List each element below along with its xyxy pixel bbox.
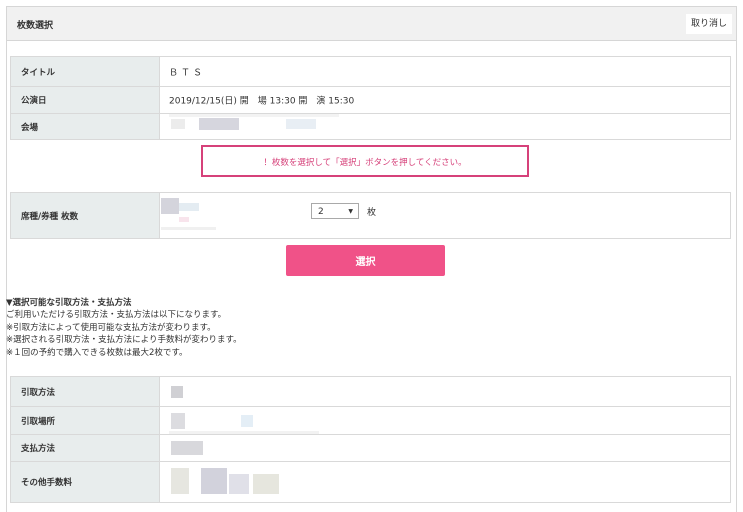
select-button[interactable]: 選択 (286, 245, 445, 276)
method-table: 引取方法 引取場所 支払方法 その他手数料 (10, 376, 731, 503)
seat-value: 2 ▼ 枚 (161, 193, 730, 238)
row-label: 公演日 (21, 96, 47, 106)
row-value: 2019/12/15(日) 開 場 13:30 開 演 15:30 (161, 87, 730, 113)
table-row-title: タイトル ＢＴＳ (11, 57, 730, 86)
table-row-pickup-place: 引取場所 (11, 406, 730, 434)
redacted-value (171, 386, 183, 398)
row-value (161, 462, 730, 502)
table-row-payment-method: 支払方法 (11, 434, 730, 461)
redacted-value (171, 441, 203, 455)
cancel-button[interactable]: 取り消し (685, 14, 732, 34)
redacted-seat-type (179, 203, 199, 211)
row-header: 引取方法 (11, 377, 160, 406)
table-row-pickup-method: 引取方法 (11, 377, 730, 406)
panel-header: 枚数選択 取り消し (7, 7, 736, 41)
row-label: 会場 (21, 122, 39, 133)
row-header: 会場 (11, 114, 160, 139)
redacted-venue (286, 119, 316, 129)
redacted-value (229, 474, 249, 494)
info-line: ご利用いただける引取方法・支払方法は以下になります。 (6, 310, 227, 320)
redacted-value (201, 468, 227, 494)
row-header: 席種/券種 枚数 (11, 193, 160, 238)
row-header: 支払方法 (11, 435, 160, 461)
redacted-value (241, 415, 253, 427)
redacted-venue (169, 114, 339, 117)
table-row-seat: 席種/券種 枚数 2 ▼ 枚 (11, 193, 730, 238)
seat-quantity-table: 席種/券種 枚数 2 ▼ 枚 (10, 192, 731, 239)
row-label: 引取方法 (21, 387, 56, 398)
row-value (161, 407, 730, 434)
quantity-value: 2 (318, 207, 324, 217)
redacted-seat-type (161, 227, 216, 230)
table-row-venue: 会場 (11, 113, 730, 139)
info-line: ※１回の予約で購入できる枚数は最大2枚です。 (6, 347, 188, 358)
info-title: ▼選択可能な引取方法・支払方法 (6, 298, 132, 308)
row-header: その他手数料 (11, 462, 160, 502)
quantity-unit: 枚 (367, 208, 377, 218)
info-line: ※引取方法によって使用可能な支払方法が変わります。 (6, 322, 216, 333)
venue-value (161, 114, 730, 139)
redacted-seat-type (179, 217, 189, 222)
row-label: 引取場所 (21, 416, 56, 427)
event-info-table: タイトル ＢＴＳ 公演日 2019/12/15(日) 開 場 13:30 開 演… (10, 56, 731, 140)
redacted-value (171, 413, 185, 429)
row-value (161, 435, 730, 461)
redacted-venue (171, 119, 185, 129)
redacted-value (171, 468, 189, 494)
redacted-seat-type (161, 198, 179, 214)
table-row-other-fees: その他手数料 (11, 461, 730, 502)
chevron-down-icon: ▼ (348, 208, 353, 215)
row-header: タイトル (11, 57, 160, 86)
info-line: ※選択される引取方法・支払方法により手数料が変わります。 (6, 335, 242, 345)
row-label: その他手数料 (21, 478, 73, 488)
event-title: ＢＴＳ (169, 68, 206, 78)
row-value: ＢＴＳ (161, 57, 730, 86)
row-label: 支払方法 (21, 444, 56, 454)
method-info: ▼選択可能な引取方法・支払方法 ご利用いただける引取方法・支払方法は以下になりま… (6, 297, 326, 359)
row-label: タイトル (21, 67, 56, 78)
table-row-date: 公演日 2019/12/15(日) 開 場 13:30 開 演 15:30 (11, 86, 730, 113)
row-value (161, 377, 730, 406)
instruction-notice: ！枚数を選択して「選択」ボタンを押してください。 (201, 145, 529, 177)
event-date: 2019/12/15(日) 開 場 13:30 開 演 15:30 (169, 96, 355, 107)
row-label: 席種/券種 枚数 (21, 211, 79, 222)
page-title: 枚数選択 (17, 21, 54, 31)
redacted-venue (199, 118, 239, 130)
row-header: 引取場所 (11, 407, 160, 434)
quantity-select[interactable]: 2 ▼ (311, 203, 359, 219)
row-header: 公演日 (11, 87, 160, 113)
notice-text: ！枚数を選択して「選択」ボタンを押してください。 (263, 158, 467, 168)
redacted-value (253, 474, 279, 494)
